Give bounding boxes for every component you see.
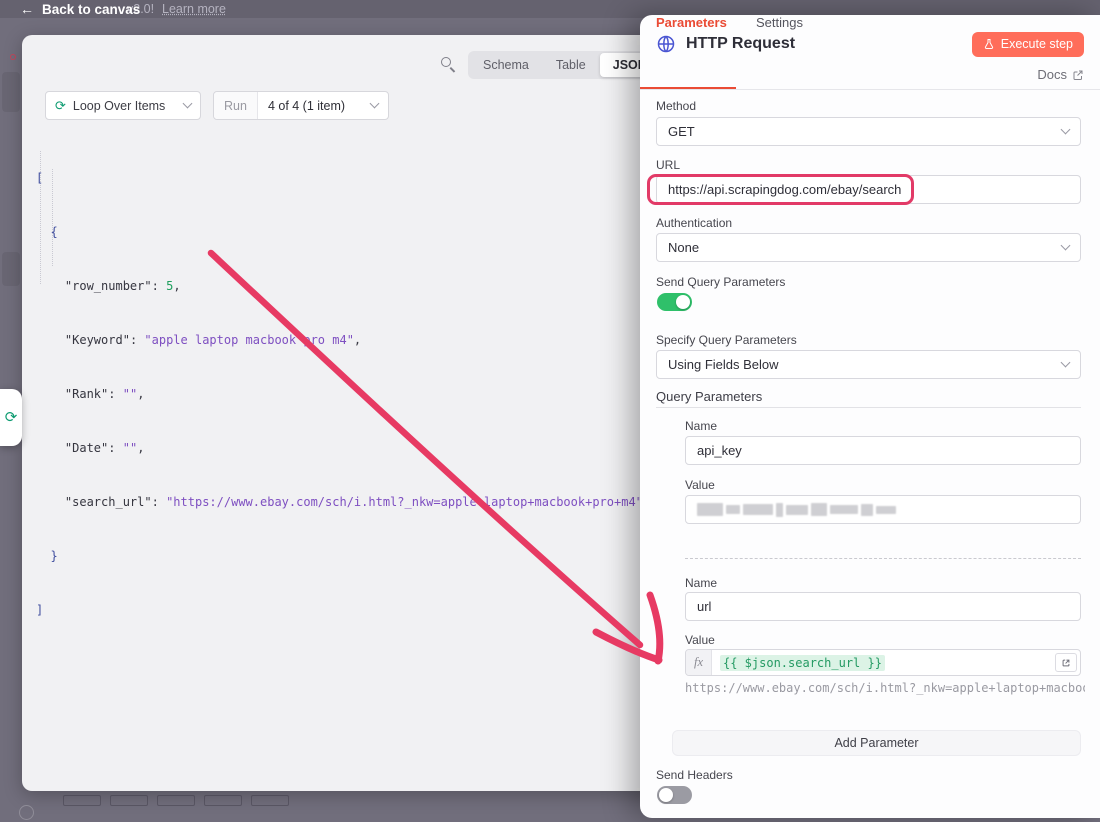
redacted-api-key xyxy=(697,503,896,517)
dimmed-canvas-logo xyxy=(19,805,34,820)
input-node-selector[interactable]: ⟳ Loop Over Items xyxy=(45,91,201,120)
json-key: "Keyword" xyxy=(65,333,130,347)
json-value: "https://www.ebay.com/sch/i.html?_nkw=ap… xyxy=(166,495,643,509)
method-select[interactable]: GET xyxy=(656,117,1081,146)
query-parameters-heading: Query Parameters xyxy=(656,389,762,404)
run-selector-value: 4 of 4 (1 item) xyxy=(258,99,371,113)
search-icon[interactable] xyxy=(441,57,457,73)
node-title: HTTP Request xyxy=(686,35,962,53)
banner-learn-more-link[interactable]: Learn more xyxy=(162,2,226,16)
param2-value-label: Value xyxy=(685,633,715,647)
send-headers-toggle[interactable] xyxy=(657,786,692,804)
dimmed-canvas-node xyxy=(2,72,20,112)
authentication-label: Authentication xyxy=(656,216,732,230)
tab-schema[interactable]: Schema xyxy=(470,53,542,77)
run-selector[interactable]: Run 4 of 4 (1 item) xyxy=(213,91,389,120)
input-node-selector-value: Loop Over Items xyxy=(73,99,177,113)
send-query-parameters-label: Send Query Parameters xyxy=(656,275,785,289)
expand-expression-icon[interactable] xyxy=(1055,653,1077,672)
expression-text: {{ $json.search_url }} xyxy=(720,655,885,671)
chevron-down-icon xyxy=(1061,241,1071,251)
divider xyxy=(640,89,1100,90)
http-request-panel: HTTP Request Execute step Parameters Set… xyxy=(640,15,1100,818)
canvas-node-dot xyxy=(10,54,16,60)
chevron-down-icon xyxy=(183,99,193,109)
external-link-icon xyxy=(1072,69,1084,81)
add-parameter-button[interactable]: Add Parameter xyxy=(672,730,1081,756)
send-headers-label: Send Headers xyxy=(656,768,733,782)
search-lens xyxy=(441,57,451,67)
specify-query-parameters-select[interactable]: Using Fields Below xyxy=(656,350,1081,379)
dimmed-canvas-node xyxy=(2,252,20,286)
param1-name-label: Name xyxy=(685,419,717,433)
execute-step-label: Execute step xyxy=(1001,37,1073,51)
fx-badge: fx xyxy=(686,650,712,675)
specify-query-parameters-label: Specify Query Parameters xyxy=(656,333,797,347)
json-brace: } xyxy=(50,549,57,563)
dimmed-canvas-button xyxy=(63,795,101,806)
json-value: "" xyxy=(123,387,137,401)
chevron-down-icon xyxy=(1061,125,1071,135)
dimmed-canvas-button xyxy=(157,795,195,806)
previous-node-tab[interactable]: ⟳ xyxy=(0,389,22,446)
url-input[interactable]: https://api.scrapingdog.com/ebay/search xyxy=(656,175,1081,204)
json-key: "Date" xyxy=(65,441,108,455)
dimmed-canvas-button xyxy=(251,795,289,806)
json-output-view: [ { "row_number": 5, "Keyword": "apple l… xyxy=(36,133,643,655)
toggle-knob xyxy=(676,295,690,309)
docs-link[interactable]: Docs xyxy=(1037,67,1084,82)
json-value: "apple laptop macbook pro m4" xyxy=(144,333,354,347)
json-brace: { xyxy=(50,225,57,239)
tab-parameters[interactable]: Parameters xyxy=(656,15,727,30)
resolved-expression-preview: https://www.ebay.com/sch/i.html?_nkw=app… xyxy=(685,681,1085,695)
chevron-down-icon xyxy=(370,99,380,109)
authentication-select[interactable]: None xyxy=(656,233,1081,262)
loop-icon: ⟳ xyxy=(55,99,66,112)
param1-value-input-redacted[interactable] xyxy=(685,495,1081,524)
param2-name-input[interactable]: url xyxy=(685,592,1081,621)
back-to-canvas-label: Back to canvas xyxy=(42,2,140,17)
toggle-knob xyxy=(659,788,673,802)
json-key: "Rank" xyxy=(65,387,108,401)
back-arrow-icon: ← xyxy=(20,1,34,17)
json-bracket: [ xyxy=(36,171,43,185)
back-to-canvas-button[interactable]: ← Back to canvas xyxy=(20,1,140,17)
param1-name-input[interactable]: api_key xyxy=(685,436,1081,465)
param2-value-expression-input[interactable]: fx {{ $json.search_url }} xyxy=(685,649,1081,676)
parameter-separator xyxy=(685,558,1081,559)
json-key: "row_number" xyxy=(65,279,152,293)
method-label: Method xyxy=(656,99,696,113)
send-query-parameters-toggle[interactable] xyxy=(657,293,692,311)
chevron-down-icon xyxy=(1061,358,1071,368)
json-bracket: ] xyxy=(36,603,43,617)
search-tail xyxy=(450,67,455,72)
globe-icon xyxy=(656,34,676,54)
json-key: "search_url" xyxy=(65,495,152,509)
loop-icon: ⟳ xyxy=(5,410,18,425)
tab-table[interactable]: Table xyxy=(543,53,599,77)
flask-icon xyxy=(983,38,995,50)
input-display-mode-tabs: Schema Table JSON xyxy=(468,51,662,79)
docs-label: Docs xyxy=(1037,67,1067,82)
param2-name-label: Name xyxy=(685,576,717,590)
divider xyxy=(656,407,1081,408)
tab-settings[interactable]: Settings xyxy=(756,15,803,30)
run-label: Run xyxy=(214,92,258,119)
dimmed-canvas-button xyxy=(110,795,148,806)
app-window: v2.0! Learn more ← Back to canvas INPUT … xyxy=(0,0,1100,822)
param1-value-label: Value xyxy=(685,478,715,492)
json-value: "" xyxy=(123,441,137,455)
url-label: URL xyxy=(656,158,680,172)
execute-step-button[interactable]: Execute step xyxy=(972,32,1084,57)
dimmed-canvas-button xyxy=(204,795,242,806)
